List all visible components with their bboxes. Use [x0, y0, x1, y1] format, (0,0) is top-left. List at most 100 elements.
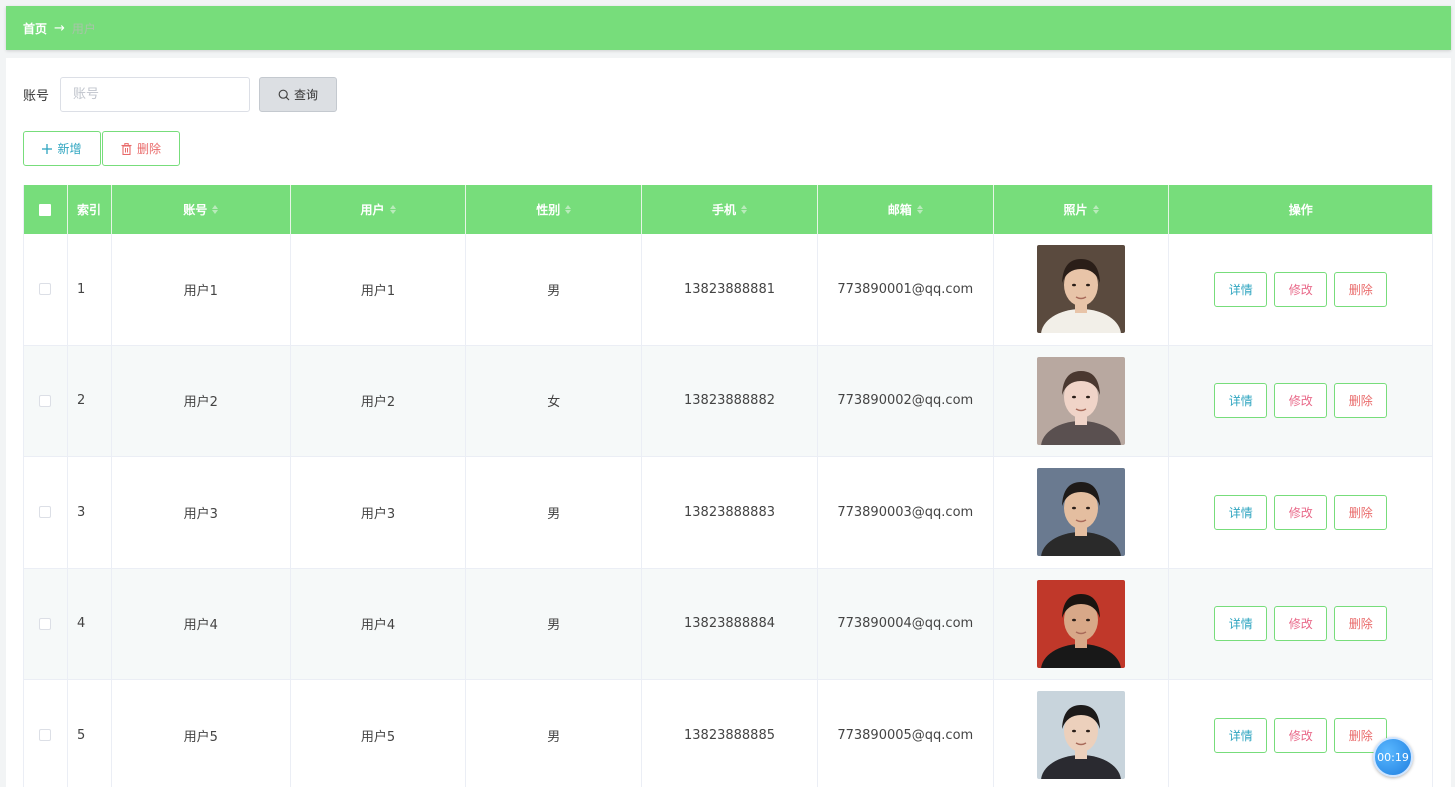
- main-content: 账号 查询 新增 删除 索引 账号 用户 性别 手机 邮箱 照片 操作: [6, 58, 1451, 787]
- detail-button[interactable]: 详情: [1214, 717, 1268, 753]
- breadcrumb-current: 用户: [71, 21, 96, 36]
- cell-user: 用户2: [291, 345, 467, 456]
- cell-account: 用户4: [112, 568, 291, 679]
- user-table: 索引 账号 用户 性别 手机 邮箱 照片 操作 1 用户1 用户1 男 1382…: [23, 185, 1433, 787]
- detail-button[interactable]: 详情: [1214, 606, 1268, 642]
- cell-phone: 13823888884: [642, 568, 818, 679]
- add-button[interactable]: 新增: [23, 131, 101, 166]
- cell-email: 773890004@qq.com: [818, 568, 994, 679]
- detail-button[interactable]: 详情: [1214, 271, 1268, 307]
- plus-icon: [42, 143, 53, 154]
- detail-button[interactable]: 详情: [1214, 383, 1268, 419]
- sort-icon[interactable]: [212, 205, 219, 214]
- cell-operations: 详情 修改 删除: [1169, 457, 1432, 568]
- row-select-cell: [24, 234, 68, 345]
- query-button[interactable]: 查询: [259, 77, 338, 112]
- search-label: 账号: [23, 89, 50, 104]
- detail-button[interactable]: 详情: [1214, 494, 1268, 530]
- cell-account: 用户3: [112, 457, 291, 568]
- edit-button[interactable]: 修改: [1274, 383, 1328, 419]
- cell-account: 用户5: [112, 680, 291, 787]
- cell-index: 5: [68, 680, 112, 787]
- cell-account: 用户2: [112, 345, 291, 456]
- header-account[interactable]: 账号: [112, 185, 291, 234]
- batch-delete-button[interactable]: 删除: [102, 131, 180, 166]
- header-user-label: 用户: [360, 203, 385, 217]
- cell-email: 773890002@qq.com: [818, 345, 994, 456]
- cell-photo: [994, 680, 1170, 787]
- edit-button[interactable]: 修改: [1274, 606, 1328, 642]
- delete-button[interactable]: 删除: [1334, 383, 1388, 419]
- header-gender-label: 性别: [536, 203, 561, 217]
- user-photo[interactable]: [1037, 691, 1126, 780]
- row-select-cell: [24, 568, 68, 679]
- table-row: 2 用户2 用户2 女 13823888882 773890002@qq.com: [24, 345, 1432, 457]
- breadcrumb-bar: 首页 → 用户: [6, 6, 1451, 50]
- account-search-input[interactable]: [60, 77, 251, 112]
- cell-photo: [994, 345, 1170, 456]
- table-header: 索引 账号 用户 性别 手机 邮箱 照片 操作: [24, 185, 1432, 234]
- user-photo[interactable]: [1037, 356, 1126, 445]
- delete-button[interactable]: 删除: [1334, 271, 1388, 307]
- table-row: 5 用户5 用户5 男 13823888885 773890005@qq.com: [24, 680, 1432, 787]
- breadcrumb-arrow-icon: →: [54, 20, 65, 36]
- header-phone[interactable]: 手机: [642, 185, 818, 234]
- edit-button[interactable]: 修改: [1274, 494, 1328, 530]
- cell-email: 773890001@qq.com: [818, 234, 994, 345]
- sort-icon[interactable]: [741, 205, 748, 214]
- header-email[interactable]: 邮箱: [818, 185, 994, 234]
- trash-icon: [121, 142, 132, 155]
- cell-email: 773890005@qq.com: [818, 680, 994, 787]
- user-photo[interactable]: [1037, 468, 1126, 557]
- cell-index: 4: [68, 568, 112, 679]
- row-select-cell: [24, 345, 68, 456]
- row-checkbox[interactable]: [39, 729, 52, 742]
- table-row: 1 用户1 用户1 男 13823888881 773890001@qq.com: [24, 234, 1432, 346]
- sort-icon[interactable]: [916, 205, 923, 214]
- timer-badge[interactable]: 00:19: [1373, 737, 1413, 777]
- cell-phone: 13823888882: [642, 345, 818, 456]
- row-select-cell: [24, 457, 68, 568]
- header-phone-label: 手机: [712, 203, 737, 217]
- user-photo[interactable]: [1037, 245, 1126, 334]
- sort-icon[interactable]: [389, 205, 396, 214]
- header-account-label: 账号: [183, 203, 208, 217]
- sort-icon[interactable]: [565, 205, 572, 214]
- delete-button[interactable]: 删除: [1334, 494, 1388, 530]
- cell-operations: 详情 修改 删除: [1169, 234, 1432, 345]
- cell-index: 2: [68, 345, 112, 456]
- breadcrumb-home[interactable]: 首页: [23, 20, 47, 37]
- edit-button[interactable]: 修改: [1274, 271, 1328, 307]
- row-checkbox[interactable]: [39, 283, 52, 296]
- header-photo-label: 照片: [1063, 203, 1088, 217]
- cell-photo: [994, 234, 1170, 345]
- delete-button[interactable]: 删除: [1334, 606, 1388, 642]
- search-icon: [278, 89, 290, 100]
- query-button-label: 查询: [294, 88, 319, 102]
- sort-icon[interactable]: [1092, 205, 1099, 214]
- header-select-all: [24, 185, 68, 234]
- header-user[interactable]: 用户: [291, 185, 467, 234]
- search-row: 账号 查询: [23, 77, 338, 112]
- cell-phone: 13823888885: [642, 680, 818, 787]
- header-photo[interactable]: 照片: [994, 185, 1170, 234]
- row-checkbox[interactable]: [39, 617, 52, 630]
- cell-user: 用户3: [291, 457, 467, 568]
- cell-photo: [994, 457, 1170, 568]
- edit-button[interactable]: 修改: [1274, 717, 1328, 753]
- cell-email: 773890003@qq.com: [818, 457, 994, 568]
- header-gender[interactable]: 性别: [466, 185, 643, 234]
- header-operation: 操作: [1288, 203, 1313, 217]
- cell-user: 用户5: [291, 680, 467, 787]
- cell-photo: [994, 568, 1170, 679]
- cell-gender: 男: [466, 457, 643, 568]
- cell-phone: 13823888881: [642, 234, 818, 345]
- row-checkbox[interactable]: [39, 394, 52, 407]
- header-index: 索引: [68, 185, 112, 234]
- row-checkbox[interactable]: [39, 506, 52, 519]
- header-email-label: 邮箱: [887, 203, 912, 217]
- cell-gender: 男: [466, 568, 643, 679]
- user-photo[interactable]: [1037, 579, 1126, 668]
- cell-user: 用户4: [291, 568, 467, 679]
- select-all-checkbox[interactable]: [39, 203, 52, 216]
